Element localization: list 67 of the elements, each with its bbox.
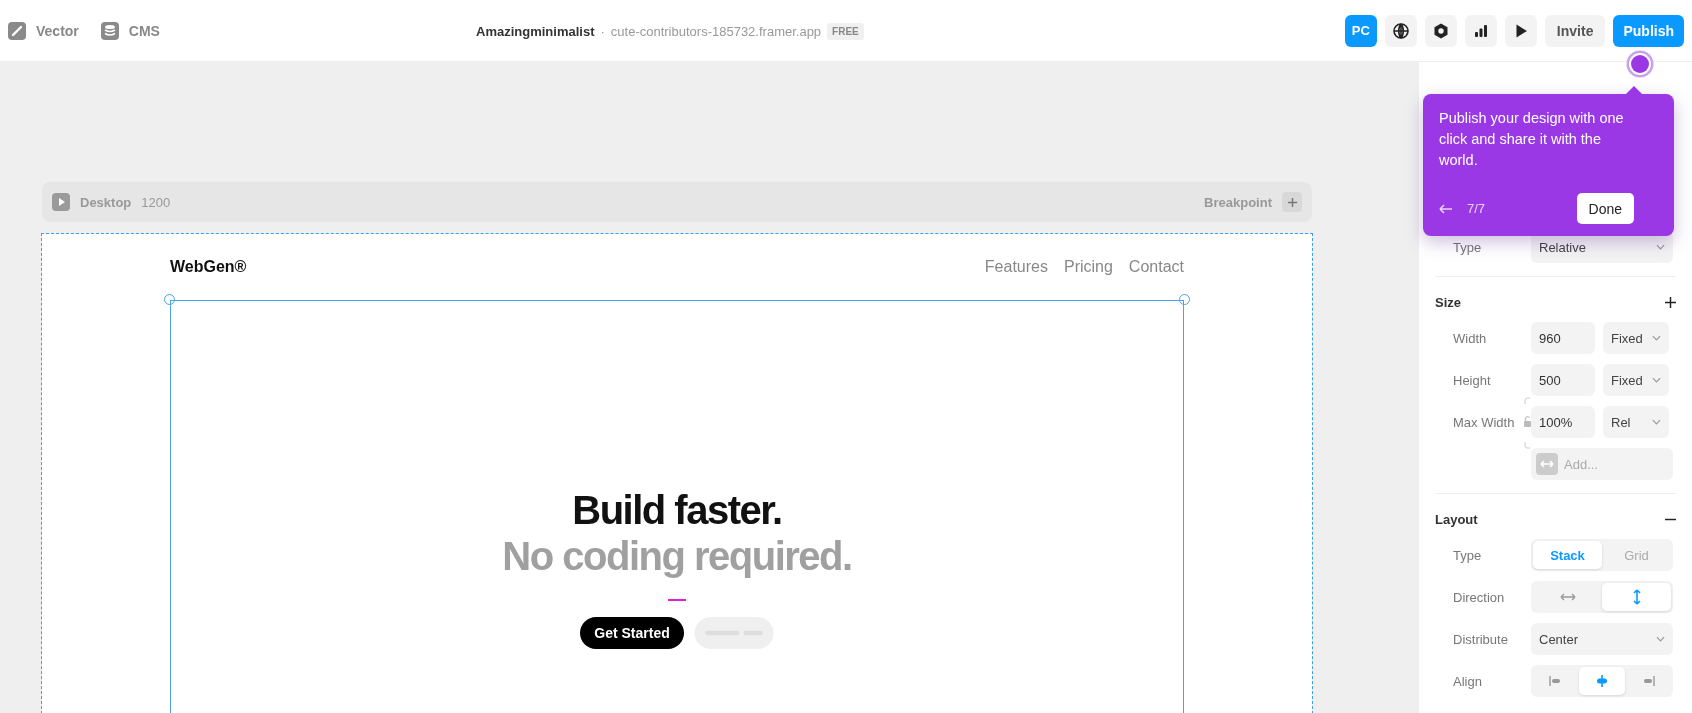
unit-dropdown[interactable]: Rel (1603, 406, 1669, 438)
field-label: Distribute (1452, 631, 1509, 647)
vertical-arrow-icon (1631, 589, 1642, 605)
field-label: Width (1452, 330, 1488, 346)
breakpoint-width: 1200 (141, 194, 171, 210)
unit-dropdown[interactable]: Fixed (1603, 364, 1669, 396)
separator-dot: · (600, 23, 605, 39)
invite-button[interactable]: Invite (1544, 14, 1606, 47)
align-center-button[interactable] (1579, 667, 1625, 695)
plus-icon (1286, 196, 1298, 208)
chevron-down-icon (1656, 636, 1665, 642)
size-input[interactable]: 100% (1531, 406, 1595, 438)
resize-arrows-icon (1536, 453, 1558, 475)
size-input[interactable]: 500 (1531, 364, 1595, 396)
add-breakpoint-button[interactable] (1282, 192, 1302, 212)
globe-button[interactable] (1384, 14, 1417, 47)
play-icon[interactable] (52, 193, 70, 211)
globe-icon (1391, 21, 1410, 40)
back-arrow-icon[interactable] (1439, 203, 1453, 214)
chevron-down-icon (1652, 377, 1661, 383)
vertical-arrow-button[interactable] (1602, 583, 1671, 611)
toolbar-tool[interactable]: CMS (96, 17, 164, 44)
resize-handle[interactable] (164, 294, 175, 305)
nav-link[interactable]: Contact (1128, 258, 1184, 276)
bars-button[interactable] (1464, 14, 1497, 47)
desktop-frame[interactable]: WebGen® Features Pricing Contact Build faster. No coding required. Get Started (42, 234, 1312, 713)
done-button[interactable]: Done (1576, 193, 1634, 224)
horizontal-arrow-icon (1559, 592, 1576, 602)
field-label: Max Width (1452, 414, 1516, 430)
toolbar-tool[interactable]: Vector (4, 17, 83, 44)
distribute-dropdown[interactable]: Center (1531, 623, 1673, 655)
breakpoint-label: Breakpoint (1204, 194, 1272, 210)
field-label: Type (1452, 239, 1483, 255)
field-label: Align (1452, 673, 1483, 689)
site-logo: WebGen® (170, 258, 247, 276)
hero-heading: Build faster. (572, 487, 782, 533)
section-title: Layout (1435, 511, 1478, 527)
chevron-down-icon (1656, 244, 1665, 250)
accent-line (668, 599, 686, 601)
chevron-down-icon (1652, 419, 1661, 425)
size-input[interactable]: 960 (1531, 322, 1595, 354)
field-label: Type (1452, 547, 1483, 563)
database-icon (100, 21, 119, 40)
add-field[interactable]: Add... (1531, 448, 1673, 480)
play-button[interactable] (1504, 14, 1537, 47)
hero-subheading: No coding required. (502, 533, 852, 579)
resize-handle[interactable] (1179, 294, 1190, 305)
field-label: Direction (1452, 589, 1506, 605)
selected-section[interactable]: Build faster. No coding required. Get Started (170, 300, 1184, 713)
chevron-down-icon (1652, 335, 1661, 341)
step-counter: 7/7 (1467, 201, 1486, 216)
breakpoint-name: Desktop (80, 194, 132, 210)
tour-hotspot-icon[interactable] (1625, 49, 1655, 79)
project-name: Amazingminimalist (476, 23, 595, 39)
section-title: Size (1435, 294, 1461, 310)
nav-link[interactable]: Features (984, 258, 1048, 276)
hexagon-button[interactable] (1424, 14, 1457, 47)
aspect-lock-icon[interactable] (1522, 396, 1532, 450)
field-label: Height (1452, 372, 1492, 388)
unit-dropdown[interactable]: Fixed (1603, 322, 1669, 354)
plan-badge: FREE (827, 22, 864, 40)
nav-link[interactable]: Pricing (1063, 258, 1113, 276)
get-started-button[interactable]: Get Started (580, 617, 684, 649)
pen-tool-icon (8, 21, 26, 40)
align-icon (1594, 675, 1610, 687)
tooltip-text: Publish your design with one click and share it with the world. (1439, 109, 1625, 170)
plus-icon[interactable] (1665, 296, 1676, 308)
